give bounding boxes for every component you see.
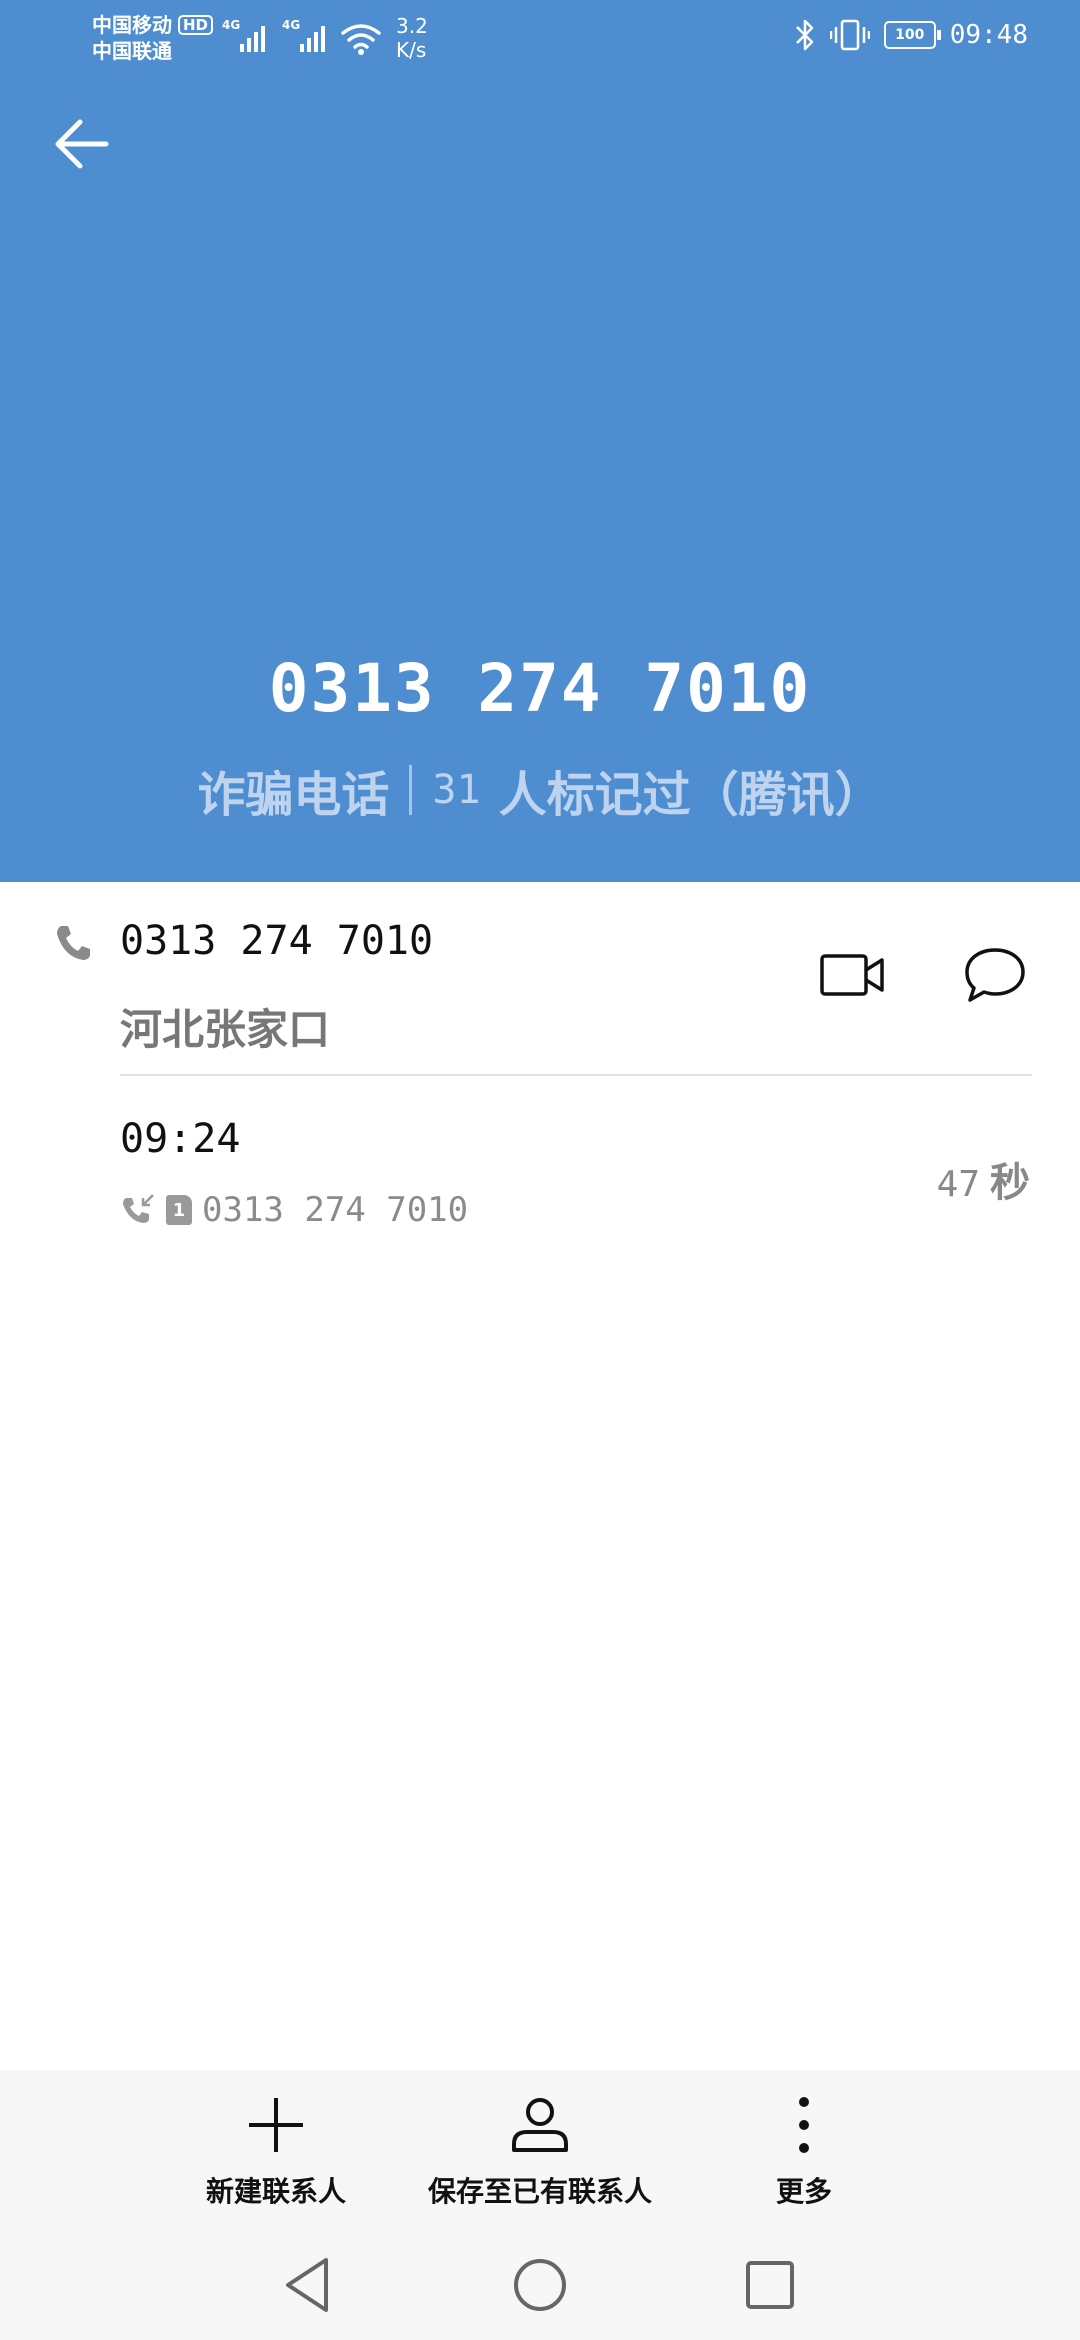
mark-count: 31 (432, 767, 481, 813)
wifi-icon (341, 24, 381, 55)
incoming-call-icon (123, 1194, 154, 1223)
call-time: 09:24 (120, 1116, 241, 1162)
more-vertical-icon (799, 2097, 809, 2153)
status-bar: 中国移动 HD 中国联通 4G 4G 3.2 K/s 100 09:48 (0, 0, 1080, 80)
more-button[interactable]: 更多 (654, 2094, 954, 2210)
sim-icon: 1 (166, 1195, 192, 1225)
phone-icon (57, 926, 90, 960)
save-existing-label: 保存至已有联系人 (427, 2175, 652, 2208)
battery-level: 100 (895, 27, 925, 43)
message-button[interactable] (964, 946, 1026, 1006)
sim-slot: 1 (172, 1199, 186, 1221)
more-label: 更多 (775, 2175, 832, 2208)
vibrate-icon (829, 19, 870, 51)
plus-icon (249, 2098, 303, 2152)
network-speed: 3.2 K/s (396, 14, 428, 62)
carrier-1: 中国移动 (92, 13, 172, 37)
action-bar: 新建联系人 保存至已有联系人 更多 (0, 2070, 1080, 2230)
person-icon (512, 2098, 568, 2152)
caller-number: 0313 274 7010 (120, 918, 434, 964)
header-panel: 中国移动 HD 中国联通 4G 4G 3.2 K/s 100 09:48 031… (0, 0, 1080, 882)
nav-back-icon (286, 2258, 328, 2312)
caller-location: 河北张家口 (120, 1005, 331, 1054)
new-contact-label: 新建联系人 (205, 2175, 346, 2208)
nav-recents-icon (746, 2261, 794, 2309)
speed-value: 3.2 (396, 14, 428, 38)
header-phone-number: 0313 274 7010 (268, 650, 812, 727)
battery-icon: 100 (883, 21, 941, 49)
nav-home-button[interactable] (505, 2250, 575, 2320)
duration-unit: 秒 (990, 1160, 1030, 1206)
spam-tag: 诈骗电话 31 人标记过（腾讯） (0, 755, 1080, 825)
bluetooth-icon (795, 19, 813, 51)
video-call-button[interactable] (820, 950, 886, 1000)
video-call-icon (820, 954, 884, 996)
new-contact-button[interactable]: 新建联系人 (126, 2094, 426, 2210)
call-record-detail: 1 0313 274 7010 (120, 1190, 468, 1230)
tag-separator (409, 765, 413, 815)
call-duration: 47 秒 (937, 1150, 1030, 1208)
spam-tag-label: 诈骗电话 (197, 767, 390, 823)
nav-back-button[interactable] (274, 2250, 344, 2320)
mark-source: 人标记过（腾讯） (498, 767, 883, 823)
system-nav-bar (0, 2230, 1080, 2340)
status-right: 100 09:48 (794, 18, 1028, 52)
duration-value: 47 (936, 1164, 980, 1205)
back-button[interactable] (46, 108, 122, 184)
nav-recents-button[interactable] (735, 2250, 805, 2320)
message-icon (965, 948, 1025, 1002)
back-arrow-icon (55, 119, 109, 169)
divider (120, 1074, 1032, 1076)
carrier-info: 中国移动 HD 中国联通 (92, 12, 214, 64)
status-time: 09:48 (949, 20, 1028, 50)
hd-badge: HD (178, 15, 214, 35)
record-number: 0313 274 7010 (202, 1190, 469, 1230)
nav-home-icon (514, 2259, 566, 2311)
save-existing-contact-button[interactable]: 保存至已有联系人 (390, 2094, 690, 2210)
speed-unit: K/s (396, 38, 427, 62)
carrier-2: 中国联通 (92, 39, 172, 63)
